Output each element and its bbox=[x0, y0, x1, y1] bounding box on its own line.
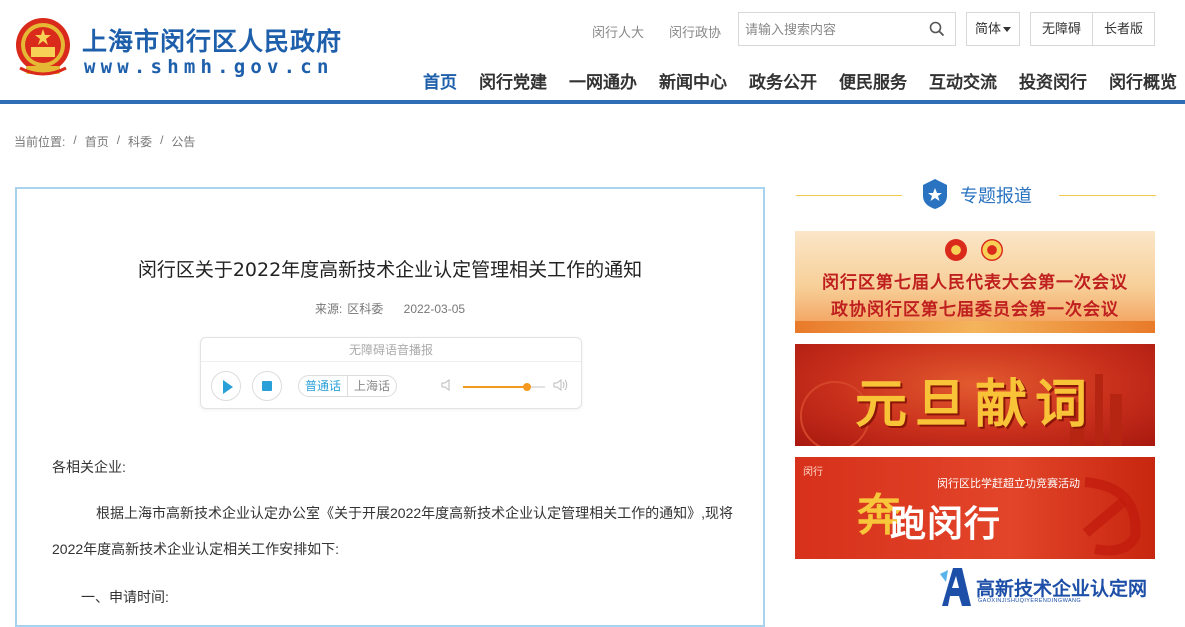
nav-government-affairs[interactable]: 政务公开 bbox=[738, 68, 828, 93]
stop-button[interactable] bbox=[252, 371, 282, 401]
search-box bbox=[738, 12, 956, 46]
nav-interaction[interactable]: 互动交流 bbox=[918, 68, 1008, 93]
search-icon[interactable] bbox=[929, 21, 945, 37]
watermark-subtext: GAOXINJISHUQIYERENDINGWANG bbox=[978, 598, 1082, 604]
play-icon bbox=[223, 380, 233, 394]
topic-divider-left bbox=[796, 195, 902, 196]
article-panel: 闵行区关于2022年度高新技术企业认定管理相关工作的通知 来源: 区科委 2022… bbox=[15, 187, 765, 627]
shield-star-icon bbox=[923, 179, 947, 209]
play-button[interactable] bbox=[211, 371, 241, 401]
article-section-heading: 一、申请时间: bbox=[81, 589, 169, 605]
topic-title: 专题报道 bbox=[960, 186, 1032, 207]
topic-header: 专题报道 bbox=[796, 176, 1156, 212]
accessibility-button[interactable]: 无障碍 bbox=[1031, 13, 1092, 45]
breadcrumb-notice[interactable]: 公告 bbox=[171, 133, 195, 150]
audio-player: 无障碍语音播报 普通话 上海话 bbox=[200, 337, 582, 409]
search-input[interactable] bbox=[739, 13, 924, 45]
toplink-cppcc[interactable]: 闵行政协 bbox=[669, 22, 721, 41]
nav-public-services[interactable]: 便民服务 bbox=[828, 68, 918, 93]
nav-home[interactable]: 首页 bbox=[412, 68, 468, 93]
nav-overview[interactable]: 闵行概览 bbox=[1098, 68, 1185, 93]
player-title: 无障碍语音播报 bbox=[201, 338, 581, 362]
volume-low-icon[interactable] bbox=[441, 378, 455, 392]
hammer-sickle-icon bbox=[1082, 477, 1141, 556]
toplink-people-congress[interactable]: 闵行人大 bbox=[592, 22, 644, 41]
breadcrumb-separator: / bbox=[160, 133, 164, 147]
article-title: 闵行区关于2022年度高新技术企业认定管理相关工作的通知 bbox=[137, 259, 643, 281]
breadcrumb-science-committee[interactable]: 科委 bbox=[128, 133, 152, 150]
volume-slider-fill bbox=[463, 386, 527, 388]
volume-slider[interactable] bbox=[463, 383, 545, 391]
article-meta: 来源: 区科委 2022-03-05 bbox=[17, 300, 763, 317]
banner-2-title: 元旦献词 bbox=[854, 374, 1095, 435]
nav-party-building[interactable]: 闵行党建 bbox=[468, 68, 558, 93]
language-select[interactable]: 简体 bbox=[966, 12, 1020, 46]
elderly-mode-button[interactable]: 长者版 bbox=[1092, 13, 1154, 45]
breadcrumb-home[interactable]: 首页 bbox=[85, 133, 109, 150]
article-greeting: 各相关企业: bbox=[52, 459, 126, 475]
banner-new-year-address[interactable]: 元旦献词 bbox=[795, 344, 1155, 446]
article-source: 区科委 bbox=[347, 302, 384, 316]
dialect-toggle: 普通话 上海话 bbox=[298, 375, 398, 397]
banner-people-congress[interactable]: 闵行区第七届人民代表大会第一次会议 政协闵行区第七届委员会第一次会议 bbox=[795, 231, 1155, 333]
nav-investment[interactable]: 投资闵行 bbox=[1008, 68, 1098, 93]
breadcrumb-separator: / bbox=[116, 133, 121, 147]
banner-race-minhang[interactable]: 闵行 闵行区比学赶超立功竞赛活动 奔 跑闵行 bbox=[795, 457, 1155, 559]
banner-1-line-1: 闵行区第七届人民代表大会第一次会议 bbox=[822, 273, 1128, 293]
nav-online-services[interactable]: 一网通办 bbox=[558, 68, 648, 93]
banner-3-title: 跑闵行 bbox=[890, 503, 1002, 545]
site-domain: www.shmh.gov.cn bbox=[84, 56, 334, 78]
nav-news-center[interactable]: 新闻中心 bbox=[648, 68, 738, 93]
site-header: 上海市闵行区人民政府 www.shmh.gov.cn 闵行人大 闵行政协 简体 … bbox=[0, 0, 1185, 104]
banner-3-brand: 闵行 bbox=[803, 467, 823, 478]
banner-1-decoration bbox=[795, 321, 1155, 333]
header-divider bbox=[0, 100, 1185, 104]
chevron-down-icon bbox=[1003, 27, 1011, 33]
site-title[interactable]: 上海市闵行区人民政府 bbox=[82, 22, 342, 58]
breadcrumb-label: 当前位置: bbox=[14, 135, 66, 149]
dialect-shanghainese[interactable]: 上海话 bbox=[347, 376, 396, 396]
watermark-logo: 高新技术企业认定网 GAOXINJISHUQIYERENDINGWANG bbox=[938, 562, 1185, 612]
article-date: 2022-03-05 bbox=[403, 302, 466, 316]
language-label: 简体 bbox=[974, 21, 1001, 36]
volume-slider-thumb[interactable] bbox=[522, 383, 531, 391]
national-emblem-icon bbox=[945, 239, 967, 261]
topic-divider-right bbox=[1059, 195, 1156, 196]
dialect-mandarin[interactable]: 普通话 bbox=[299, 376, 347, 396]
article-body: 根据上海市高新技术企业认定办公室《关于开展2022年度高新技术企业认定管理相关工… bbox=[52, 505, 734, 557]
watermark-text: 高新技术企业认定网 bbox=[976, 578, 1148, 600]
breadcrumb: 当前位置: / 首页 / 科委 / 公告 bbox=[14, 133, 203, 150]
source-label: 来源: bbox=[314, 302, 343, 316]
banner-1-line-2: 政协闵行区第七届委员会第一次会议 bbox=[831, 300, 1119, 320]
main-nav: 首页 闵行党建 一网通办 新闻中心 政务公开 便民服务 互动交流 投资闵行 闵行… bbox=[412, 68, 1185, 93]
breadcrumb-separator: / bbox=[73, 133, 77, 147]
logo-a-icon bbox=[940, 568, 971, 606]
volume-high-icon[interactable] bbox=[553, 378, 569, 392]
stop-icon bbox=[262, 381, 272, 391]
cppcc-emblem-icon bbox=[981, 239, 1003, 261]
accessibility-group: 无障碍 长者版 bbox=[1030, 12, 1155, 46]
national-emblem-icon[interactable] bbox=[14, 16, 72, 78]
